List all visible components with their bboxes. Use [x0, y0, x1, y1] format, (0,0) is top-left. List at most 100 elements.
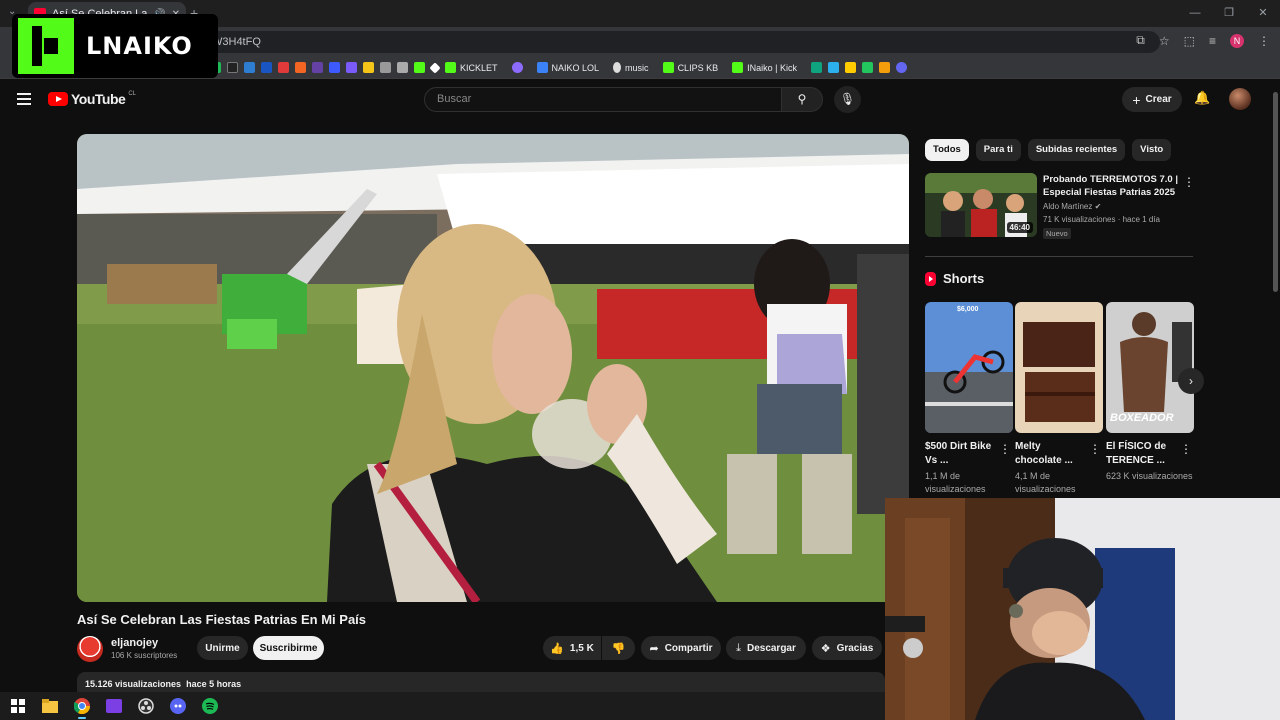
like-button[interactable]: 👍 1,5 K	[543, 636, 601, 660]
url-text: W3H4tFQ	[212, 36, 261, 48]
recommended-title[interactable]: Probando TERREMOTOS 7.0 | Especial Fiest…	[1043, 173, 1178, 199]
short-thumbnail[interactable]: $6,000	[925, 302, 1013, 433]
subscribe-button[interactable]: Suscribirme	[253, 636, 324, 660]
browser-menu-icon[interactable]: ⋮	[1258, 34, 1270, 48]
search-input[interactable]: Buscar	[424, 87, 782, 112]
recommended-channel[interactable]: Aldo Martínez ✔	[1043, 202, 1101, 211]
bookmark-icon[interactable]	[261, 62, 272, 73]
close-window-icon[interactable]: ✕	[1246, 0, 1280, 27]
chip-para-ti[interactable]: Para ti	[975, 139, 1021, 161]
short-title[interactable]: Melty chocolate ...	[1015, 440, 1087, 468]
bookmark-star-icon[interactable]: ☆	[1159, 34, 1170, 48]
windows-start-icon[interactable]	[8, 696, 28, 716]
bookmark-icon[interactable]	[827, 62, 839, 73]
recommended-meta: 71 K visualizaciones · hace 1 día	[1043, 215, 1160, 224]
spotify-icon[interactable]	[200, 696, 220, 716]
bookmark-icon[interactable]	[810, 62, 822, 73]
short-image	[1015, 302, 1103, 433]
maximize-icon[interactable]: ❐	[1212, 0, 1246, 27]
recommended-thumbnail[interactable]: 46:40	[925, 173, 1037, 237]
chip-subidas-recientes[interactable]: Subidas recientes	[1027, 139, 1126, 161]
join-label: Unirme	[205, 642, 240, 654]
subscriber-count: 106 K suscriptores	[111, 651, 178, 660]
bookmark-icon[interactable]	[844, 62, 856, 73]
more-options-icon[interactable]: ⋮	[999, 442, 1011, 456]
chip-todos[interactable]: Todos	[925, 139, 969, 161]
short-item[interactable]: $6,000 $500 Dirt Bike Vs ... ⋮ 1,1 M de …	[925, 302, 1013, 498]
bookmark-icon[interactable]	[861, 62, 873, 73]
bookmark-icon[interactable]	[878, 62, 890, 73]
bookmark-clips-kb[interactable]: CLIPS KB	[662, 62, 718, 73]
short-thumbnail[interactable]	[1015, 302, 1103, 433]
bookmark-kicklet[interactable]: KICKLET	[445, 62, 498, 73]
channel-row: eljanojey 106 K suscriptores Unirme Susc…	[77, 636, 897, 662]
obs-icon[interactable]	[136, 696, 156, 716]
discord-icon[interactable]	[168, 696, 188, 716]
chip-visto[interactable]: Visto	[1132, 139, 1172, 161]
bookmark-icon[interactable]	[312, 62, 323, 73]
share-button[interactable]: ➦ Compartir	[641, 636, 721, 660]
shorts-next-button[interactable]: ›	[1178, 368, 1204, 394]
chrome-icon[interactable]	[72, 696, 92, 719]
bookmark-icon[interactable]	[244, 62, 255, 73]
more-options-icon[interactable]: ⋮	[1183, 175, 1195, 189]
bookmark-icon[interactable]	[329, 62, 340, 73]
bookmark-icon[interactable]	[397, 62, 408, 73]
more-options-icon[interactable]: ⋮	[1089, 442, 1101, 456]
bookmark-icon[interactable]	[414, 62, 425, 73]
bookmark-music[interactable]: music	[613, 62, 649, 73]
menu-icon[interactable]	[17, 93, 31, 108]
download-button[interactable]: ⤓ Descargar	[726, 636, 806, 660]
file-explorer-icon[interactable]	[40, 696, 60, 716]
scrollbar-thumb[interactable]	[1273, 92, 1278, 292]
webcam-feed	[885, 498, 1280, 720]
description-box[interactable]: 15.126 visualizaciones hace 5 horas	[77, 672, 885, 692]
short-views: 623 K visualizaciones	[1106, 471, 1193, 481]
recommended-video[interactable]: 46:40 Probando TERREMOTOS 7.0 | Especial…	[925, 173, 1195, 239]
minimize-icon[interactable]: —	[1178, 0, 1212, 27]
bookmark-icon[interactable]	[227, 62, 238, 73]
app-purple-icon[interactable]	[104, 696, 124, 716]
bookmark-icon[interactable]	[363, 62, 374, 73]
bookmark-purple[interactable]	[511, 62, 523, 73]
bookmark-icon[interactable]	[278, 62, 289, 73]
bookmark-icon[interactable]	[346, 62, 357, 73]
video-player[interactable]	[77, 134, 909, 602]
more-options-icon[interactable]: ⋮	[1180, 442, 1192, 456]
profile-avatar[interactable]: N	[1230, 33, 1244, 48]
view-count: 15.126 visualizaciones	[85, 679, 182, 689]
url-input[interactable]: W3H4tFQ	[200, 31, 1160, 53]
extensions-icon[interactable]: ⬚	[1184, 34, 1195, 48]
account-avatar[interactable]	[1229, 88, 1251, 110]
new-badge: Nuevo	[1043, 228, 1071, 239]
channel-avatar[interactable]	[77, 636, 103, 662]
search-button[interactable]: ⚲	[781, 87, 823, 112]
youtube-header: YouTube CL Buscar ⚲ 🎙 + Crear 🔔	[0, 80, 1270, 120]
short-item[interactable]: Melty chocolate ... ⋮ 4,1 M de visualiza…	[1015, 302, 1103, 498]
notifications-bell-icon[interactable]: 🔔	[1194, 90, 1210, 106]
short-item[interactable]: BOXEADOR El FÍSICO de TERENCE ... ⋮ 623 …	[1106, 302, 1194, 498]
channel-name[interactable]: eljanojey	[111, 637, 158, 649]
youtube-logo[interactable]: YouTube CL	[48, 91, 136, 107]
bookmark-naiko-lol[interactable]: NAIKO LOL	[536, 62, 599, 73]
join-button[interactable]: Unirme	[197, 636, 248, 660]
short-title[interactable]: El FÍSICO de TERENCE ...	[1106, 440, 1178, 468]
short-title[interactable]: $500 Dirt Bike Vs ...	[925, 440, 997, 468]
like-count: 1,5 K	[569, 642, 594, 654]
cast-icon[interactable]: ⧉	[1136, 33, 1145, 48]
upload-age: hace 5 horas	[186, 679, 242, 689]
bookmark-inaiko-kick[interactable]: INaiko | Kick	[732, 62, 797, 73]
thanks-icon: ❖	[820, 642, 831, 655]
bookmark-icon[interactable]	[380, 62, 391, 73]
create-button[interactable]: + Crear	[1122, 87, 1182, 112]
kick-overlay-logo: LNAIKO	[12, 14, 218, 78]
bookmark-icon[interactable]	[429, 61, 441, 74]
voice-search-button[interactable]: 🎙	[834, 86, 861, 113]
dislike-button[interactable]: 👎	[602, 636, 635, 660]
short-thumbnail[interactable]: BOXEADOR	[1106, 302, 1194, 433]
microphone-icon: 🎙	[839, 92, 856, 106]
thanks-button[interactable]: ❖ Gracias	[812, 636, 882, 660]
media-controls-icon[interactable]: ≡	[1209, 34, 1216, 48]
bookmark-icon[interactable]	[895, 62, 907, 73]
bookmark-icon[interactable]	[295, 62, 306, 73]
